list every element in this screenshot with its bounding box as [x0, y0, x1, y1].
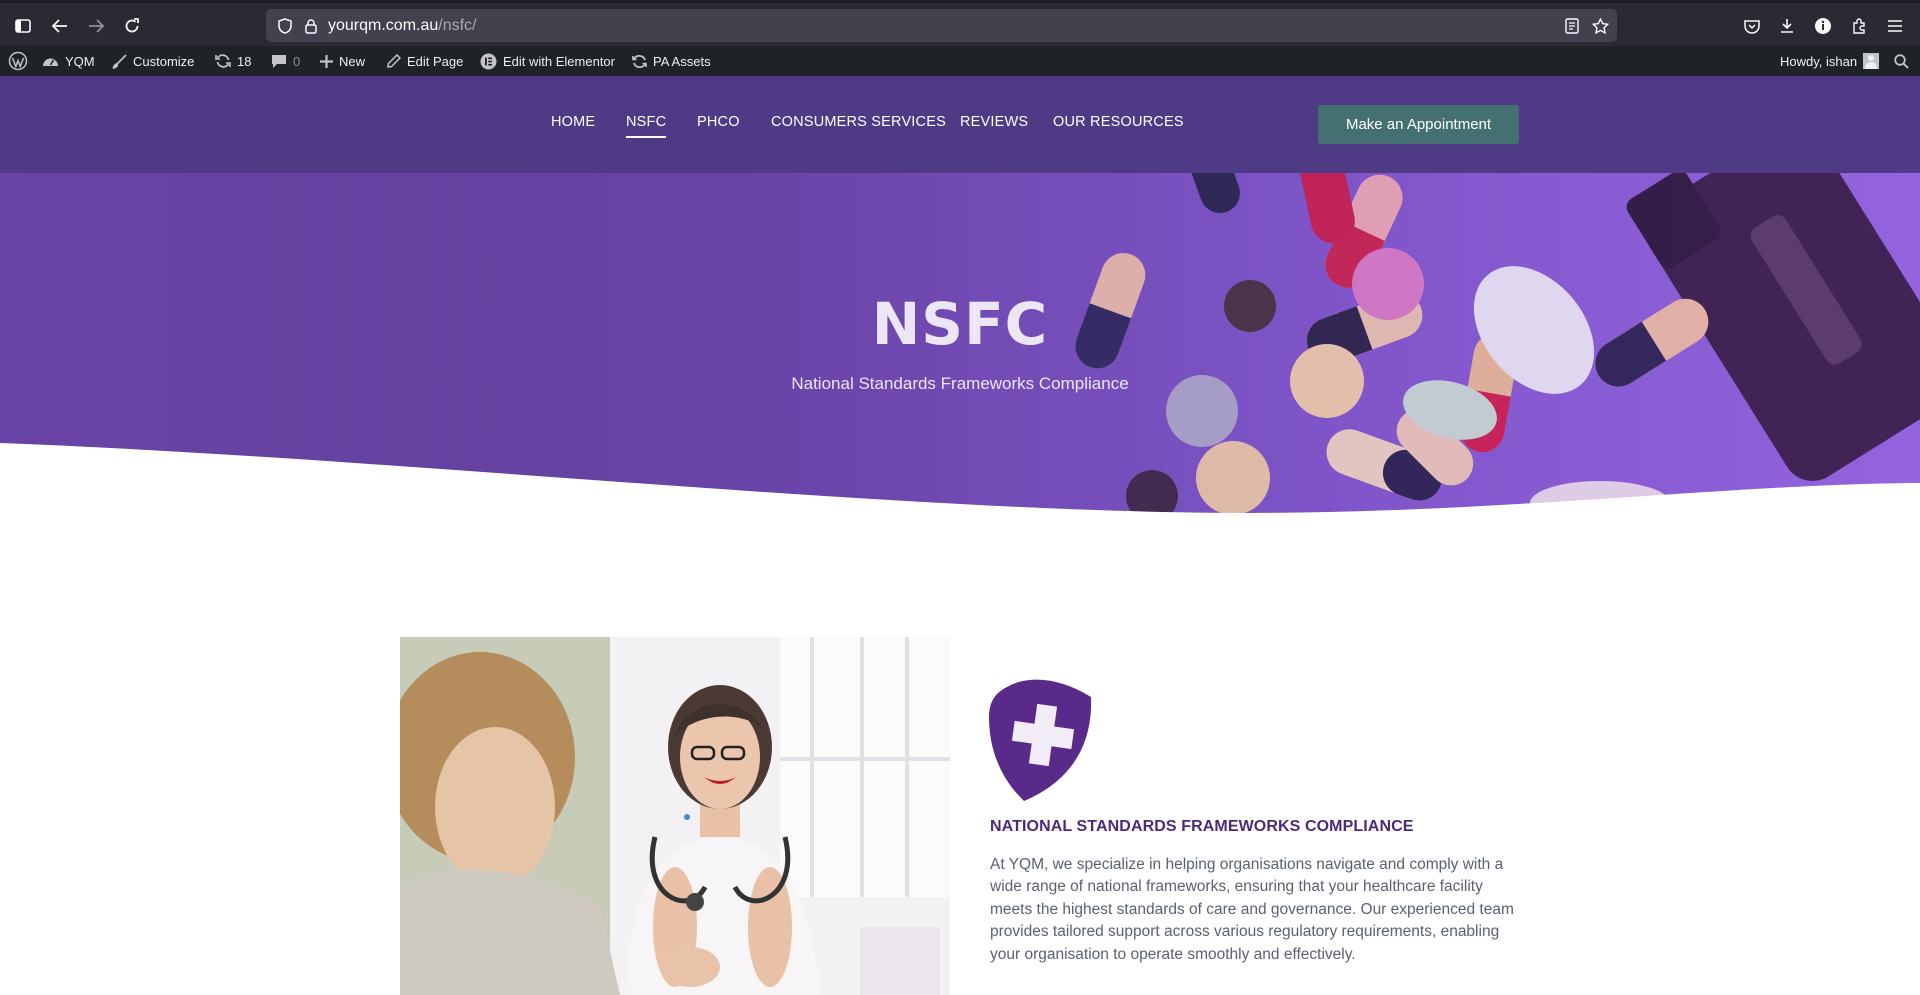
- hero-wave-divider: [0, 443, 1920, 533]
- site-header: HOME NSFC PHCO CONSUMERS SERVICES REVIEW…: [0, 76, 1920, 173]
- make-appointment-button[interactable]: Make an Appointment: [1318, 105, 1519, 144]
- updates-count: 18: [237, 53, 252, 69]
- shield-icon[interactable]: [276, 17, 294, 35]
- page-title: NSFC: [871, 290, 1049, 358]
- nav-item-reviews[interactable]: REVIEWS: [960, 114, 1028, 130]
- page-subtitle: National Standards Frameworks Compliance: [791, 374, 1129, 393]
- wp-admin-bar: YQM Customize 18 0 New Edit Page Edit wi…: [0, 46, 1920, 76]
- extensions-icon[interactable]: [1846, 13, 1872, 39]
- browser-toolbar: yourqm.com.au/nsfc/: [0, 0, 1920, 46]
- section-body: At YQM, we specialize in helping organis…: [990, 856, 1514, 963]
- url-host: yourqm.com.au: [328, 17, 439, 34]
- comments-count: 0: [293, 53, 301, 69]
- site-name-link[interactable]: YQM: [42, 46, 95, 76]
- comment-icon: [272, 54, 286, 68]
- doctor-patient-photo: [400, 637, 950, 995]
- elementor-icon: [480, 53, 497, 69]
- updates-icon: [215, 54, 231, 68]
- pocket-icon[interactable]: [1739, 13, 1765, 39]
- plus-icon: [320, 54, 333, 68]
- refresh-icon: [632, 54, 647, 68]
- nav-item-nsfc[interactable]: NSFC: [626, 114, 667, 138]
- nav-item-phco[interactable]: PHCO: [697, 114, 740, 130]
- edit-elementor-link[interactable]: Edit with Elementor: [480, 46, 615, 76]
- comments-link[interactable]: 0: [271, 46, 300, 76]
- pa-assets-label: PA Assets: [653, 53, 711, 69]
- reload-icon[interactable]: [119, 13, 145, 39]
- nav-item-consumers-services[interactable]: CONSUMERS SERVICES: [771, 114, 946, 130]
- brush-icon: [112, 53, 127, 69]
- site-name: YQM: [65, 53, 95, 69]
- info-extension-icon[interactable]: [1810, 13, 1836, 39]
- new-content-link[interactable]: New: [320, 46, 365, 76]
- howdy-label: Howdy, ishan: [1780, 53, 1858, 69]
- bookmark-star-icon[interactable]: [1591, 17, 1609, 35]
- avatar: [1863, 53, 1880, 69]
- edit-page-link[interactable]: Edit Page: [387, 46, 463, 76]
- lock-icon[interactable]: [302, 17, 320, 35]
- shield-cross-icon: [989, 679, 1092, 801]
- address-bar[interactable]: yourqm.com.au/nsfc/: [266, 9, 1617, 42]
- nav-item-our-resources[interactable]: OUR RESOURCES: [1053, 114, 1184, 130]
- pa-assets-link[interactable]: PA Assets: [632, 46, 711, 76]
- menu-icon[interactable]: [1882, 13, 1908, 39]
- section-heading: NATIONAL STANDARDS FRAMEWORKS COMPLIANCE: [990, 818, 1414, 835]
- dashboard-icon: [43, 58, 58, 66]
- back-icon[interactable]: [47, 13, 73, 39]
- new-label: New: [339, 53, 366, 69]
- edit-elementor-label: Edit with Elementor: [503, 53, 615, 69]
- nav-item-home[interactable]: HOME: [551, 114, 595, 130]
- customize-label: Customize: [133, 53, 195, 69]
- url-text[interactable]: yourqm.com.au/nsfc/: [328, 17, 477, 35]
- customize-link[interactable]: Customize: [112, 46, 194, 76]
- downloads-icon[interactable]: [1774, 13, 1800, 39]
- edit-page-label: Edit Page: [407, 53, 464, 69]
- updates-link[interactable]: 18: [215, 46, 251, 76]
- url-path: /nsfc/: [438, 17, 477, 34]
- my-account-link[interactable]: Howdy, ishan: [1780, 46, 1880, 76]
- wordpress-logo-icon[interactable]: [8, 46, 28, 76]
- sidebar-toggle-icon[interactable]: [10, 13, 36, 39]
- search-icon[interactable]: [1894, 46, 1909, 76]
- reader-view-icon[interactable]: [1563, 17, 1581, 35]
- forward-icon[interactable]: [83, 13, 109, 39]
- pencil-icon: [387, 54, 401, 68]
